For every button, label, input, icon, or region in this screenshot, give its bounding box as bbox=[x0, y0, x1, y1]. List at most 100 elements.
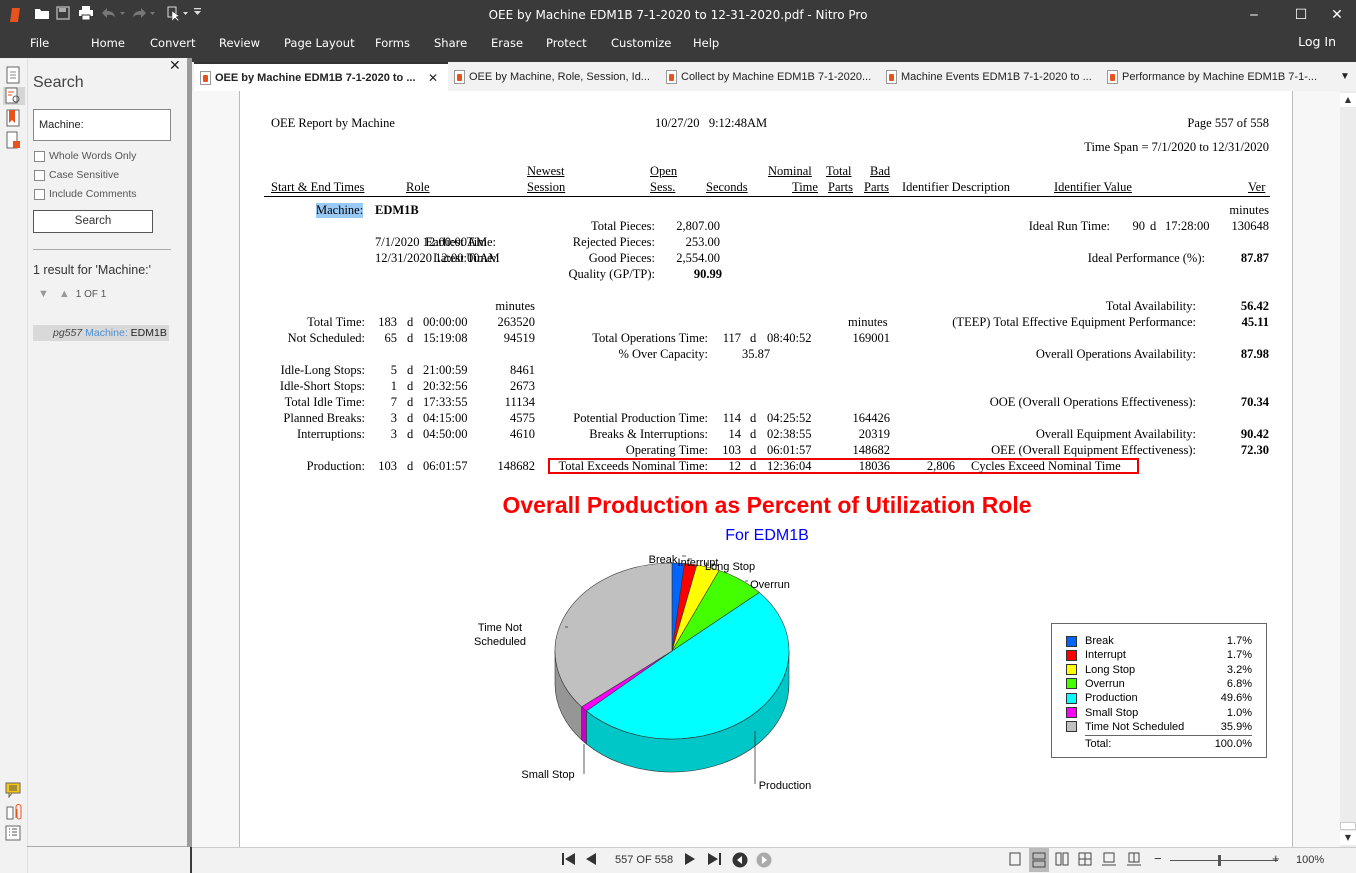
machine-name: EDM1B bbox=[375, 203, 419, 217]
time-row-time: 00:00:00 bbox=[423, 315, 468, 329]
legend-value: 1.0% bbox=[1226, 706, 1252, 719]
time-row-time: 17:33:55 bbox=[423, 395, 468, 409]
tab-collect-by-machine[interactable]: Collect by Machine EDM1B 7-1-2020... bbox=[666, 62, 871, 91]
tab-performance-by-machine[interactable]: Performance by Machine EDM1B 7-1-... bbox=[1107, 62, 1317, 91]
ideal-run-unit: d bbox=[1150, 219, 1157, 233]
zoom-level[interactable]: 100% bbox=[1296, 854, 1324, 866]
security-icon[interactable] bbox=[5, 131, 23, 149]
checkbox-box[interactable] bbox=[34, 169, 45, 181]
bookmarks-icon[interactable] bbox=[5, 109, 23, 127]
pie-slice-label: Time Not Scheduled bbox=[474, 622, 526, 648]
divider bbox=[33, 249, 171, 250]
col-nominal: Nominal bbox=[768, 164, 812, 178]
legend-item: Break 1.7% bbox=[1066, 634, 1252, 648]
facing-view-icon[interactable] bbox=[1055, 852, 1069, 869]
previous-view-icon[interactable] bbox=[732, 852, 748, 871]
menu-forms[interactable]: Forms bbox=[375, 36, 410, 50]
next-page-icon[interactable] bbox=[684, 852, 696, 869]
menu-share[interactable]: Share bbox=[434, 36, 467, 50]
comments-icon[interactable] bbox=[5, 782, 23, 800]
metric-value: 45.11 bbox=[1241, 315, 1269, 329]
menu-convert[interactable]: Convert bbox=[150, 36, 195, 50]
result-context: EDM1B bbox=[130, 327, 167, 339]
tab-machine-events[interactable]: Machine Events EDM1B 7-1-2020 to ... bbox=[886, 62, 1092, 91]
menu-home[interactable]: Home bbox=[91, 36, 125, 50]
menu-protect[interactable]: Protect bbox=[546, 36, 587, 50]
previous-page-icon[interactable] bbox=[585, 852, 597, 869]
search-panel-icon[interactable] bbox=[3, 87, 25, 105]
login-link[interactable]: Log In bbox=[1298, 34, 1336, 49]
menu-page-layout[interactable]: Page Layout bbox=[284, 36, 355, 50]
col-bad: Bad bbox=[870, 164, 891, 178]
single-page-view-icon[interactable] bbox=[1009, 852, 1021, 869]
fit-width-icon[interactable] bbox=[1127, 852, 1141, 869]
case-sensitive-checkbox[interactable]: Case Sensitive bbox=[34, 169, 119, 181]
pdf-file-icon bbox=[200, 70, 211, 85]
machine-label: Machine: bbox=[316, 203, 364, 218]
output-icon[interactable] bbox=[5, 825, 23, 843]
legend-swatch bbox=[1066, 664, 1077, 676]
last-page-icon[interactable] bbox=[707, 852, 723, 869]
zoom-in-button[interactable]: + bbox=[1272, 851, 1280, 866]
zoom-slider[interactable] bbox=[1170, 855, 1278, 866]
divider bbox=[27, 846, 190, 847]
menu-erase[interactable]: Erase bbox=[491, 36, 523, 50]
scroll-up-icon[interactable]: ▲ bbox=[1340, 93, 1356, 107]
menu-help[interactable]: Help bbox=[693, 36, 719, 50]
time-row-unit: d bbox=[407, 459, 414, 473]
search-button[interactable]: Search bbox=[33, 210, 153, 233]
time-row-label: Breaks & Interruptions: bbox=[589, 427, 708, 441]
metric-label: Overall Operations Availability: bbox=[1035, 347, 1196, 361]
maximize-button[interactable]: ☐ bbox=[1286, 4, 1316, 26]
vertical-scrollbar[interactable]: ▲ ▼ bbox=[1340, 91, 1356, 847]
continuous-view-icon[interactable] bbox=[1029, 848, 1049, 872]
scroll-down-icon[interactable]: ▼ bbox=[1340, 831, 1356, 845]
include-comments-checkbox[interactable]: Include Comments bbox=[34, 188, 137, 200]
tab-label: OEE by Machine EDM1B 7-1-2020 to ... bbox=[215, 71, 416, 84]
pages-icon[interactable] bbox=[5, 66, 23, 84]
legend-label: Time Not Scheduled bbox=[1085, 720, 1185, 733]
search-input[interactable] bbox=[33, 109, 171, 141]
facing-continuous-view-icon[interactable] bbox=[1078, 852, 1092, 869]
close-button[interactable]: ✕ bbox=[1322, 4, 1352, 26]
next-view-icon[interactable] bbox=[756, 852, 772, 871]
search-result-item[interactable]: pg557 Machine: EDM1B bbox=[33, 325, 169, 341]
zoom-out-button[interactable]: − bbox=[1154, 851, 1162, 866]
scroll-thumb[interactable] bbox=[1340, 822, 1356, 830]
next-result-icon[interactable]: ▼ bbox=[38, 288, 49, 300]
checkbox-box[interactable] bbox=[34, 188, 45, 200]
tab-list-dropdown-icon[interactable]: ▼ bbox=[1340, 62, 1350, 91]
document-tabs: OEE by Machine EDM1B 7-1-2020 to ... ✕ O… bbox=[192, 62, 1356, 91]
first-page-icon[interactable] bbox=[561, 852, 577, 869]
fit-page-icon[interactable] bbox=[1102, 852, 1116, 869]
close-tab-icon[interactable]: ✕ bbox=[428, 71, 438, 85]
pie-slice-side-small-stop bbox=[581, 706, 587, 745]
legend-total-value: 100.0% bbox=[1214, 738, 1252, 750]
metric-value: 56.42 bbox=[1240, 299, 1269, 313]
menu-review[interactable]: Review bbox=[219, 36, 260, 50]
legend-value: 49.6% bbox=[1220, 692, 1252, 705]
page-indicator[interactable]: 557 OF 558 bbox=[615, 854, 673, 866]
legend-swatch bbox=[1066, 635, 1077, 647]
result-page: pg557 bbox=[53, 327, 83, 339]
legend-item: Interrupt 1.7% bbox=[1066, 648, 1252, 662]
time-row-unit: d bbox=[407, 395, 414, 409]
menu-file[interactable]: File bbox=[30, 36, 49, 50]
minimize-button[interactable]: ‒ bbox=[1239, 4, 1269, 26]
checkbox-box[interactable] bbox=[34, 150, 45, 162]
close-panel-button[interactable]: ✕ bbox=[169, 58, 181, 74]
attachments-icon[interactable] bbox=[5, 804, 23, 822]
pie-slice-label: Small Stop bbox=[521, 769, 574, 781]
menu-customize[interactable]: Customize bbox=[611, 36, 671, 50]
legend-item: Long Stop 3.2% bbox=[1066, 663, 1252, 677]
legend-value: 35.9% bbox=[1220, 720, 1252, 733]
whole-words-checkbox[interactable]: Whole Words Only bbox=[34, 150, 136, 162]
col-role: Role bbox=[406, 180, 430, 194]
tab-oee-by-machine-role[interactable]: OEE by Machine, Role, Session, Id... bbox=[454, 62, 650, 91]
previous-result-icon[interactable]: ▲ bbox=[59, 288, 70, 300]
col-start-end-times: Start & End Times bbox=[271, 180, 365, 194]
tab-oee-by-machine[interactable]: OEE by Machine EDM1B 7-1-2020 to ... ✕ bbox=[194, 62, 448, 91]
legend-swatch bbox=[1066, 707, 1077, 718]
legend-item: Small Stop 1.0% bbox=[1066, 706, 1252, 720]
zoom-slider-thumb[interactable] bbox=[1218, 855, 1221, 866]
